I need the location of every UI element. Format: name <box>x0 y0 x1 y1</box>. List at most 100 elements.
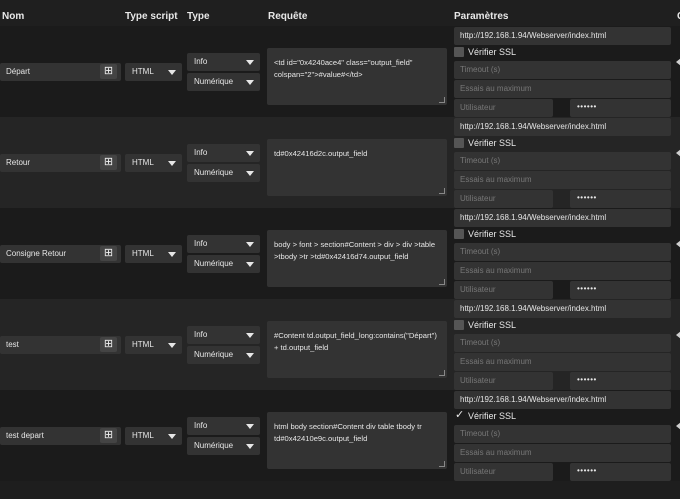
sitemap-icon[interactable]: ⊞ <box>100 428 117 443</box>
query-textarea[interactable]: #Content td.output_field_long:contains("… <box>267 321 447 378</box>
caret-left-icon[interactable] <box>676 240 680 248</box>
user-field[interactable]: Utilisateur <box>454 99 553 117</box>
timeout-field[interactable]: Timeout (s) <box>454 152 671 170</box>
tries-field[interactable]: Essais au maximum <box>454 80 671 98</box>
url-field[interactable]: http://192.168.1.94/Webserver/index.html <box>454 118 671 136</box>
script-type-select[interactable]: HTML <box>125 336 182 354</box>
sitemap-icon[interactable]: ⊞ <box>100 155 117 170</box>
query-textarea[interactable]: body > font > section#Content > div > di… <box>267 230 447 287</box>
checkbox-icon[interactable] <box>454 138 464 148</box>
query-value: #Content td.output_field_long:contains("… <box>274 331 437 352</box>
tries-placeholder: Essais au maximum <box>460 175 532 184</box>
caret-down-icon <box>246 60 254 65</box>
query-textarea[interactable]: td#0x42416d2c.output_field <box>267 139 447 196</box>
checkbox-icon[interactable] <box>454 320 464 330</box>
user-placeholder: Utilisateur <box>460 376 496 385</box>
user-field[interactable]: Utilisateur <box>454 281 553 299</box>
script-type-select[interactable]: HTML <box>125 245 182 263</box>
url-value: http://192.168.1.94/Webserver/index.html <box>460 304 607 313</box>
password-field[interactable]: •••••• <box>570 99 671 117</box>
subtype-select[interactable]: Numérique <box>187 164 260 182</box>
caret-left-icon[interactable] <box>676 58 680 66</box>
resize-grip-icon[interactable] <box>439 188 445 194</box>
ssl-checkbox-row[interactable]: Vérifier SSL <box>454 46 564 60</box>
password-field[interactable]: •••••• <box>570 281 671 299</box>
subtype-select[interactable]: Numérique <box>187 73 260 91</box>
caret-down-icon <box>246 80 254 85</box>
timeout-field[interactable]: Timeout (s) <box>454 425 671 443</box>
url-value: http://192.168.1.94/Webserver/index.html <box>460 395 607 404</box>
name-value: test <box>6 340 19 349</box>
password-field[interactable]: •••••• <box>570 372 671 390</box>
type-select[interactable]: Info <box>187 53 260 71</box>
user-field[interactable]: Utilisateur <box>454 190 553 208</box>
caret-left-icon[interactable] <box>676 149 680 157</box>
type-value: Info <box>194 148 208 157</box>
ssl-checkbox-row[interactable]: ✓ Vérifier SSL <box>454 409 564 424</box>
script-type-value: HTML <box>132 249 154 258</box>
caret-left-icon[interactable] <box>676 331 680 339</box>
name-value: Consigne Retour <box>6 249 67 258</box>
user-placeholder: Utilisateur <box>460 467 496 476</box>
checkbox-icon[interactable]: ✓ <box>454 409 464 421</box>
ssl-checkbox-row[interactable]: Vérifier SSL <box>454 319 564 333</box>
table-row: Départ ⊞ HTML Info Numérique <td id="0x4… <box>0 26 680 117</box>
url-field[interactable]: http://192.168.1.94/Webserver/index.html <box>454 391 671 409</box>
subtype-select[interactable]: Numérique <box>187 346 260 364</box>
caret-down-icon <box>246 444 254 449</box>
tries-field[interactable]: Essais au maximum <box>454 171 671 189</box>
query-textarea[interactable]: <td id="0x4240ace4" class="output_field"… <box>267 48 447 105</box>
password-field[interactable]: •••••• <box>570 190 671 208</box>
url-value: http://192.168.1.94/Webserver/index.html <box>460 31 607 40</box>
url-field[interactable]: http://192.168.1.94/Webserver/index.html <box>454 300 671 318</box>
type-select[interactable]: Info <box>187 326 260 344</box>
checkbox-icon[interactable] <box>454 229 464 239</box>
url-field[interactable]: http://192.168.1.94/Webserver/index.html <box>454 27 671 45</box>
ssl-checkbox-row[interactable]: Vérifier SSL <box>454 228 564 242</box>
sitemap-icon[interactable]: ⊞ <box>100 246 117 261</box>
name-value: Départ <box>6 67 31 76</box>
name-field[interactable]: Retour ⊞ <box>0 154 121 172</box>
resize-grip-icon[interactable] <box>439 97 445 103</box>
url-field[interactable]: http://192.168.1.94/Webserver/index.html <box>454 209 671 227</box>
caret-down-icon <box>168 161 176 166</box>
user-field[interactable]: Utilisateur <box>454 463 553 481</box>
resize-grip-icon[interactable] <box>439 279 445 285</box>
tries-field[interactable]: Essais au maximum <box>454 353 671 371</box>
resize-grip-icon[interactable] <box>439 461 445 467</box>
type-select[interactable]: Info <box>187 235 260 253</box>
script-type-select[interactable]: HTML <box>125 63 182 81</box>
subtype-value: Numérique <box>194 441 234 450</box>
timeout-field[interactable]: Timeout (s) <box>454 334 671 352</box>
timeout-placeholder: Timeout (s) <box>460 65 501 74</box>
checkbox-icon[interactable] <box>454 47 464 57</box>
resize-grip-icon[interactable] <box>439 370 445 376</box>
ssl-checkbox-row[interactable]: Vérifier SSL <box>454 137 564 151</box>
timeout-field[interactable]: Timeout (s) <box>454 243 671 261</box>
tries-field[interactable]: Essais au maximum <box>454 262 671 280</box>
tries-field[interactable]: Essais au maximum <box>454 444 671 462</box>
name-field[interactable]: Consigne Retour ⊞ <box>0 245 121 263</box>
script-type-select[interactable]: HTML <box>125 154 182 172</box>
caret-down-icon <box>246 262 254 267</box>
name-value: Retour <box>6 158 31 167</box>
sitemap-icon[interactable]: ⊞ <box>100 337 117 352</box>
name-field[interactable]: test depart ⊞ <box>0 427 121 445</box>
table-header: Nom Type script Type Requête Paramètres … <box>0 0 680 26</box>
password-field[interactable]: •••••• <box>570 463 671 481</box>
query-textarea[interactable]: html body section#Content div table tbod… <box>267 412 447 469</box>
type-select[interactable]: Info <box>187 417 260 435</box>
table-row: Consigne Retour ⊞ HTML Info Numérique bo… <box>0 208 680 299</box>
sitemap-icon[interactable]: ⊞ <box>100 64 117 79</box>
caret-down-icon <box>246 333 254 338</box>
name-field[interactable]: Départ ⊞ <box>0 63 121 81</box>
caret-left-icon[interactable] <box>676 422 680 430</box>
type-select[interactable]: Info <box>187 144 260 162</box>
name-field[interactable]: test ⊞ <box>0 336 121 354</box>
timeout-field[interactable]: Timeout (s) <box>454 61 671 79</box>
tries-placeholder: Essais au maximum <box>460 266 532 275</box>
subtype-select[interactable]: Numérique <box>187 437 260 455</box>
user-field[interactable]: Utilisateur <box>454 372 553 390</box>
subtype-select[interactable]: Numérique <box>187 255 260 273</box>
script-type-select[interactable]: HTML <box>125 427 182 445</box>
